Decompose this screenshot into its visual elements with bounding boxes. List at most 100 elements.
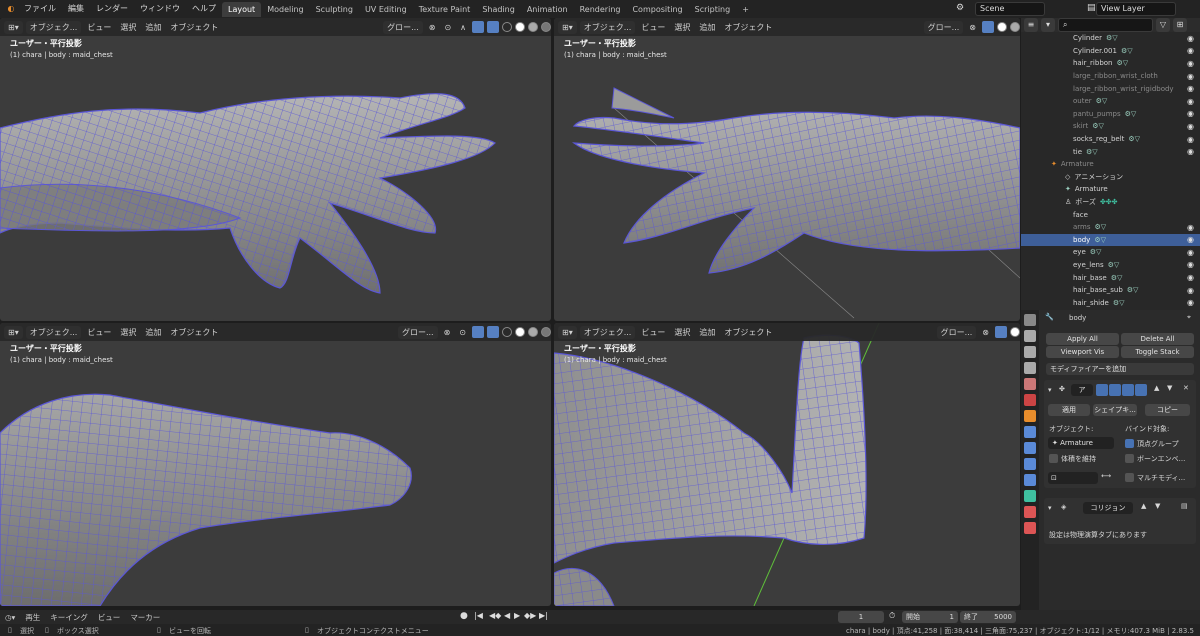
workspace-tab-animation[interactable]: Animation	[521, 2, 574, 17]
pivot-icon[interactable]: ⊗	[441, 328, 454, 337]
menu-add[interactable]: 追加	[696, 22, 718, 33]
visibility-eye-icon[interactable]: ◉	[1187, 260, 1194, 269]
scene-icon[interactable]: ⚙	[956, 3, 964, 13]
viewport-vis-button[interactable]: Viewport Vis	[1046, 346, 1119, 358]
outliner-row[interactable]: Cylinder ⚙▽ ◉	[1021, 32, 1200, 45]
visibility-eye-icon[interactable]: ◉	[1187, 298, 1194, 307]
new-collection-icon[interactable]: ⊞	[1173, 18, 1187, 32]
workspace-tab-layout[interactable]: Layout	[222, 1, 262, 17]
render-tab-icon[interactable]	[1024, 330, 1036, 342]
menu-object[interactable]: オブジェクト	[721, 327, 775, 338]
toggle-stack-button[interactable]: Toggle Stack	[1121, 346, 1194, 358]
outliner-row[interactable]: face	[1021, 208, 1200, 221]
visibility-eye-icon[interactable]: ◉	[1187, 135, 1194, 144]
view-layer-icon[interactable]: ▤	[1087, 3, 1096, 13]
particles-tab-icon[interactable]	[1024, 442, 1036, 454]
visibility-eye-icon[interactable]: ◉	[1187, 46, 1194, 55]
menu-view[interactable]: ビュー	[84, 22, 114, 33]
outliner-row[interactable]: arms ⚙▽ ◉	[1021, 221, 1200, 234]
filter-icon[interactable]: ▽	[1156, 18, 1170, 32]
move-down-icon[interactable]: ▼	[1155, 502, 1160, 510]
workspace-tab-sculpting[interactable]: Sculpting	[310, 2, 359, 17]
scene-selector[interactable]: Scene	[975, 2, 1045, 16]
transform-orientation-selector[interactable]: グロー...	[383, 20, 423, 34]
menu-select[interactable]: 選択	[671, 327, 693, 338]
constraints-tab-icon[interactable]	[1024, 474, 1036, 486]
collision-settings-icon[interactable]: ▤	[1181, 502, 1188, 510]
visibility-eye-icon[interactable]: ◉	[1187, 59, 1194, 68]
render-toggle-icon[interactable]	[1122, 384, 1134, 396]
outliner-row[interactable]: hair_shide ⚙▽ ◉	[1021, 296, 1200, 309]
visibility-eye-icon[interactable]: ◉	[1187, 147, 1194, 156]
overlay-icon[interactable]	[995, 326, 1007, 338]
viewport-top-left[interactable]: ⊞▾ オブジェク... ビュー 選択 追加 オブジェクト グロー... ⊗ ⊙ …	[0, 18, 551, 321]
apply-all-button[interactable]: Apply All	[1046, 333, 1119, 345]
outliner-row[interactable]: eye_lens ⚙▽ ◉	[1021, 259, 1200, 272]
snap-icon[interactable]: ⊙	[441, 23, 454, 32]
menu-render[interactable]: レンダー	[90, 0, 134, 18]
menu-file[interactable]: ファイル	[18, 0, 62, 18]
menu-window[interactable]: ウィンドウ	[134, 0, 186, 18]
solid-shading-icon[interactable]	[997, 22, 1007, 32]
workspace-tab-rendering[interactable]: Rendering	[574, 2, 627, 17]
collapse-arrow-icon[interactable]: ▾	[1048, 504, 1052, 512]
outliner-row[interactable]: outer ⚙▽ ◉	[1021, 95, 1200, 108]
menu-add[interactable]: 追加	[696, 327, 718, 338]
outliner-row[interactable]: hair_ribbon ⚙▽ ◉	[1021, 57, 1200, 70]
outliner-row[interactable]: large_ribbon_wrist_cloth ◉	[1021, 70, 1200, 83]
physics-tab-icon[interactable]	[1024, 458, 1036, 470]
outliner-row[interactable]: ✦ Armature	[1021, 183, 1200, 196]
workspace-tab-shading[interactable]: Shading	[476, 2, 521, 17]
mode-selector[interactable]: オブジェク...	[579, 325, 636, 339]
visibility-eye-icon[interactable]: ◉	[1187, 286, 1194, 295]
editor-type-button[interactable]: ≡	[1024, 18, 1038, 32]
material-tab-icon[interactable]	[1024, 506, 1036, 518]
view-layer-selector[interactable]: View Layer	[1096, 2, 1176, 16]
transform-orientation-selector[interactable]: グロー...	[923, 20, 964, 34]
snap-icon[interactable]: ⊙	[456, 328, 469, 337]
end-frame-field[interactable]: 終了 5000	[960, 611, 1016, 623]
bone-envelopes-checkbox[interactable]	[1125, 454, 1134, 463]
menu-edit[interactable]: 編集	[62, 0, 90, 18]
overlay-icon[interactable]	[487, 21, 499, 33]
workspace-tab-modeling[interactable]: Modeling	[261, 2, 309, 17]
cage-toggle-icon[interactable]	[1135, 384, 1147, 396]
material-shading-icon[interactable]	[528, 22, 538, 32]
scene-tab-icon[interactable]	[1024, 378, 1036, 390]
menu-playback[interactable]: 再生	[20, 612, 45, 623]
view-layer-tab-icon[interactable]	[1024, 362, 1036, 374]
visibility-eye-icon[interactable]: ◉	[1187, 223, 1194, 232]
move-up-icon[interactable]: ▲	[1141, 502, 1146, 510]
outliner-row[interactable]: ✦ Armature	[1021, 158, 1200, 171]
material-shading-icon[interactable]	[1010, 22, 1020, 32]
apply-as-shapekey-button[interactable]: シェイプキ...	[1093, 404, 1137, 416]
editor-type-button[interactable]: ⊞▾	[558, 20, 577, 34]
visibility-eye-icon[interactable]: ◉	[1187, 273, 1194, 282]
data-tab-icon[interactable]	[1024, 490, 1036, 502]
vertex-groups-checkbox[interactable]	[1125, 439, 1134, 448]
menu-add[interactable]: 追加	[142, 327, 164, 338]
menu-view[interactable]: ビュー	[638, 327, 668, 338]
object-tab-icon[interactable]	[1024, 410, 1036, 422]
collision-name-field[interactable]: コリジョン	[1083, 502, 1133, 514]
transform-orientation-selector[interactable]: グロー...	[397, 325, 438, 339]
editor-type-button[interactable]: ⊞▾	[4, 20, 23, 34]
visibility-eye-icon[interactable]: ◉	[1187, 34, 1194, 43]
outliner-row[interactable]: skirt ⚙▽ ◉	[1021, 120, 1200, 133]
add-modifier-dropdown[interactable]: モディファイアーを追加	[1046, 363, 1194, 375]
jump-end-icon[interactable]: ▶|	[539, 611, 548, 620]
editor-type-button[interactable]: ⊞▾	[4, 325, 23, 339]
armature-object-field[interactable]: ✦ Armature	[1048, 437, 1114, 449]
display-mode-button[interactable]: ▾	[1041, 18, 1055, 32]
rendered-shading-icon[interactable]	[541, 327, 551, 337]
blender-logo-icon[interactable]: ◐	[4, 2, 18, 16]
world-tab-icon[interactable]	[1024, 394, 1036, 406]
edit-mode-toggle-icon[interactable]	[1096, 384, 1108, 396]
editor-type-button[interactable]: ⊞▾	[558, 325, 577, 339]
menu-object[interactable]: オブジェクト	[167, 327, 221, 338]
viewport-bottom-left[interactable]: ⊞▾ オブジェク... ビュー 選択 追加 オブジェクト グロー... ⊗ ⊙ …	[0, 323, 551, 606]
jump-start-icon[interactable]: |◀	[474, 611, 483, 620]
outliner-row[interactable]: socks_reg_belt ⚙▽ ◉	[1021, 133, 1200, 146]
visibility-eye-icon[interactable]: ◉	[1187, 122, 1194, 131]
invert-icon[interactable]: ⟷	[1101, 472, 1111, 480]
